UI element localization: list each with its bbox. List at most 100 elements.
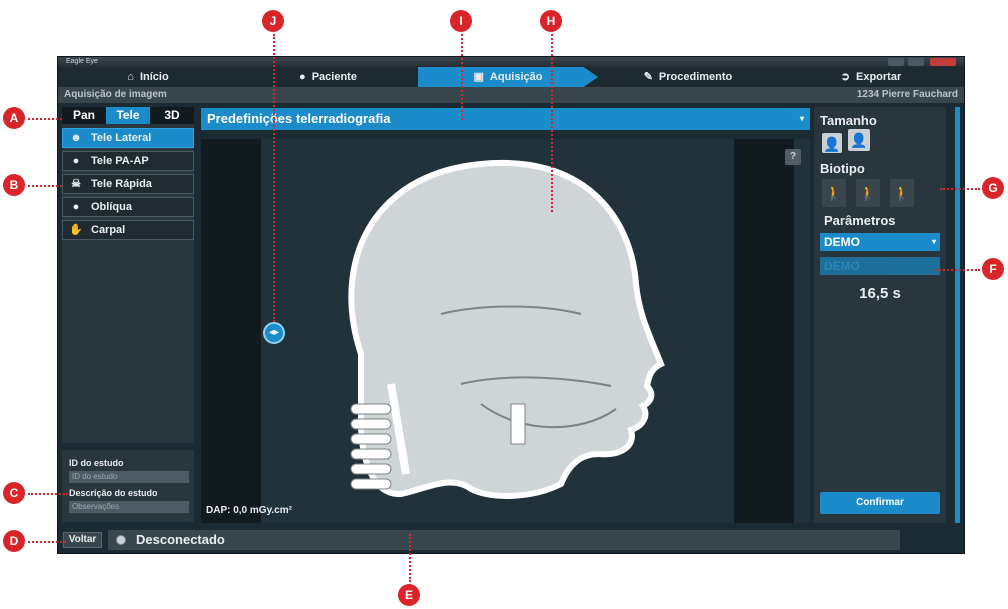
study-desc-label: Descrição do estudo bbox=[69, 488, 158, 498]
tab-3d[interactable]: 3D bbox=[150, 107, 194, 124]
callout-i-leader bbox=[461, 34, 463, 120]
preset-tele-rapida[interactable]: ☠ Tele Rápida bbox=[62, 174, 194, 194]
nav-label: Procedimento bbox=[658, 71, 733, 83]
callout-b-leader bbox=[28, 185, 62, 187]
callout-b: B bbox=[3, 174, 25, 196]
position-slider-handle[interactable]: ◂▸ bbox=[263, 322, 285, 344]
callout-c-leader bbox=[28, 493, 68, 495]
patient-name: 1234 Pierre Fauchard bbox=[856, 89, 958, 100]
window-title: Eagle Eye bbox=[66, 58, 98, 65]
exposure-time: 16,5 s bbox=[859, 285, 901, 302]
callout-i: I bbox=[450, 10, 472, 32]
nav-paciente[interactable]: ● Paciente bbox=[238, 67, 418, 87]
callout-e-leader bbox=[409, 534, 411, 582]
preset-tele-lateral[interactable]: ☻ Tele Lateral bbox=[62, 128, 194, 148]
parameters-panel: Tamanho 👤 👤 Biotipo 🚶 🚶 🚶 Parâmetros DEM… bbox=[814, 107, 946, 523]
preset-obliqua[interactable]: ● Oblíqua bbox=[62, 197, 194, 217]
callout-c: C bbox=[3, 482, 25, 504]
preset-tele-pa-ap[interactable]: ● Tele PA-AP bbox=[62, 151, 194, 171]
nav-aquisicao[interactable]: ▣ Aquisição bbox=[418, 67, 598, 87]
confirm-button[interactable]: Confirmar bbox=[820, 492, 940, 514]
callout-a-leader bbox=[28, 118, 62, 120]
study-info: ID do estudo ID do estudo Descrição do e… bbox=[62, 450, 194, 522]
head-front-icon: ● bbox=[72, 155, 80, 167]
study-id-input[interactable]: ID do estudo bbox=[69, 471, 189, 483]
preset-panel: Pan Tele 3D ☻ Tele Lateral ● Tele PA-AP ☠ T… bbox=[62, 107, 194, 443]
parameter-select-disabled: DEMO bbox=[820, 257, 940, 275]
tab-tele[interactable]: Tele bbox=[106, 107, 150, 124]
nav-exportar[interactable]: ➲ Exportar bbox=[778, 67, 964, 87]
skull-icon: ☠ bbox=[71, 178, 81, 190]
connection-status-text: Desconectado bbox=[136, 532, 225, 547]
callout-j-leader bbox=[273, 34, 275, 322]
callout-d-leader bbox=[28, 541, 66, 543]
size-small-button[interactable]: 👤 bbox=[822, 133, 842, 153]
camera-icon: ▣ bbox=[473, 71, 484, 83]
scrollbar-thumb[interactable] bbox=[955, 107, 960, 523]
callout-d: D bbox=[3, 530, 25, 552]
export-icon: ➲ bbox=[840, 71, 850, 83]
study-id-label: ID do estudo bbox=[69, 458, 124, 468]
app-window: Eagle Eye ⌂ Início ● Paciente ▣ Aquisição ✎… bbox=[58, 57, 964, 553]
nav-label: Paciente bbox=[311, 71, 357, 83]
nav-label: Aquisição bbox=[489, 71, 543, 83]
edit-icon: ✎ bbox=[643, 71, 653, 83]
dap-readout: DAP: 0,0 mGy.cm² bbox=[206, 505, 292, 516]
preset-carpal[interactable]: ✋ Carpal bbox=[62, 220, 194, 240]
size-title: Tamanho bbox=[820, 113, 877, 128]
minimize-button[interactable] bbox=[888, 58, 904, 66]
tab-pan[interactable]: Pan bbox=[62, 107, 106, 124]
nav-label: Exportar bbox=[855, 71, 902, 83]
bottom-bar: Voltar Desconectado bbox=[58, 530, 964, 550]
nav-inicio[interactable]: ⌂ Início bbox=[58, 67, 238, 87]
head-oblique-icon: ● bbox=[72, 201, 80, 213]
callout-g: G bbox=[982, 177, 1004, 199]
help-button[interactable]: ? bbox=[785, 149, 801, 165]
parameter-select-value: DEMO bbox=[824, 259, 860, 273]
home-icon: ⌂ bbox=[127, 71, 134, 83]
preset-label: Carpal bbox=[91, 224, 126, 236]
main-nav: ⌂ Início ● Paciente ▣ Aquisição ✎ Procedimen… bbox=[58, 67, 964, 87]
preview-left-strip bbox=[201, 139, 261, 523]
study-desc-input[interactable]: Observações bbox=[69, 501, 189, 513]
callout-f: F bbox=[982, 258, 1004, 280]
callout-f-leader bbox=[936, 269, 980, 271]
callout-j: J bbox=[262, 10, 284, 32]
chevron-down-icon: ▾ bbox=[931, 237, 936, 246]
callout-h: H bbox=[540, 10, 562, 32]
nav-procedimento[interactable]: ✎ Procedimento bbox=[598, 67, 778, 87]
parameter-select[interactable]: DEMO ▾ bbox=[820, 233, 940, 251]
preset-label: Tele PA-AP bbox=[91, 155, 149, 167]
preset-label: Tele Rápida bbox=[91, 178, 152, 190]
section-bar: Aquisição de imagem 1234 Pierre Fauchard bbox=[58, 87, 964, 103]
head-lateral-icon: ☻ bbox=[70, 132, 82, 144]
parameters-title: Parâmetros bbox=[824, 213, 896, 228]
preset-selector-label: Predefinições telerradiografia bbox=[207, 111, 391, 126]
callout-a: A bbox=[3, 107, 25, 129]
callout-g-leader bbox=[940, 188, 980, 190]
parameter-select-value: DEMO bbox=[824, 235, 860, 249]
callout-e: E bbox=[398, 584, 420, 606]
close-button[interactable] bbox=[930, 58, 956, 66]
chevron-down-icon: ▾ bbox=[799, 114, 804, 123]
callout-h-leader bbox=[551, 34, 553, 212]
back-button[interactable]: Voltar bbox=[63, 532, 102, 548]
size-large-button[interactable]: 👤 bbox=[848, 129, 870, 151]
preset-selector[interactable]: Predefinições telerradiografia ▾ bbox=[201, 108, 810, 130]
preset-label: Oblíqua bbox=[91, 201, 132, 213]
nav-label: Início bbox=[139, 71, 169, 83]
connection-status-icon bbox=[116, 535, 126, 545]
biotype-large-button[interactable]: 🚶 bbox=[890, 179, 914, 207]
biotype-title: Biotipo bbox=[820, 161, 865, 176]
biotype-slim-button[interactable]: 🚶 bbox=[822, 179, 846, 207]
maximize-button[interactable] bbox=[908, 58, 924, 66]
user-icon: ● bbox=[299, 71, 306, 83]
xray-preview: ? ◂▸ DAP: 0,0 mGy.cm² bbox=[201, 139, 810, 523]
preview-right-strip bbox=[734, 139, 794, 523]
hand-icon: ✋ bbox=[69, 224, 83, 236]
title-bar: Eagle Eye bbox=[58, 57, 964, 67]
status-bar: Desconectado bbox=[108, 530, 900, 550]
biotype-medium-button[interactable]: 🚶 bbox=[856, 179, 880, 207]
preset-label: Tele Lateral bbox=[91, 132, 152, 144]
head-silhouette-image bbox=[348, 159, 665, 499]
